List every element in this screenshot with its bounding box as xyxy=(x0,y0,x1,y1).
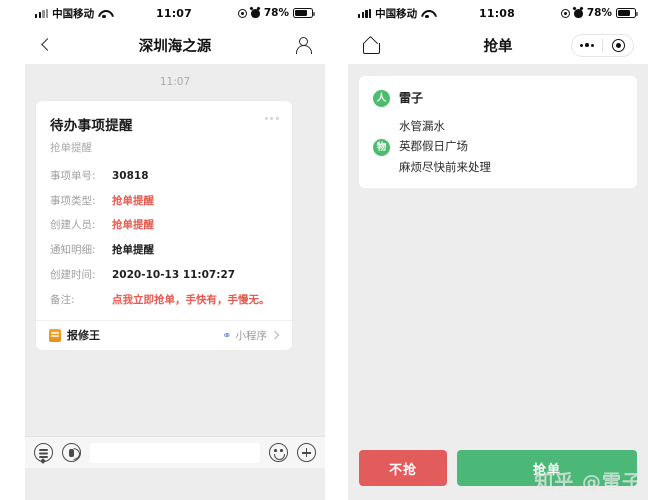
item-badge-icon: 物 xyxy=(373,138,390,156)
chat-timestamp: 11:07 xyxy=(159,76,191,88)
refuse-order-button[interactable]: 不抢 xyxy=(359,450,447,486)
right-nav-bar: 抢单 xyxy=(348,26,648,64)
carrier-label: 中国移动 xyxy=(52,7,95,20)
signal-strength-icon xyxy=(358,8,372,18)
miniprogram-tag: 小程序 xyxy=(235,329,268,342)
card-title: 待办事项提醒 xyxy=(50,118,133,134)
miniprogram-app-icon xyxy=(49,328,61,342)
order-detail-row: 物 水管漏水 英郡假日广场 麻烦尽快前来处理 xyxy=(373,119,623,174)
order-card: 人 雷子 物 水管漏水 英郡假日广场 麻烦尽快前来处理 xyxy=(359,76,637,189)
wifi-icon xyxy=(421,9,433,18)
battery-percent-label: 78% xyxy=(586,7,612,19)
table-row: 事项单号: 30818 xyxy=(50,169,278,184)
capsule-target-icon[interactable] xyxy=(603,35,633,56)
person-badge-icon: 人 xyxy=(373,90,390,107)
table-row: 创建人员: 抢单提醒 xyxy=(50,218,278,233)
row-label: 事项类型: xyxy=(50,194,96,207)
row-value: 30818 xyxy=(112,170,149,182)
miniprogram-app-name: 报修王 xyxy=(67,329,100,343)
chat-input-bar xyxy=(25,436,325,468)
table-row: 事项类型: 抢单提醒 xyxy=(50,194,278,209)
miniprogram-content: 人 雷子 物 水管漏水 英郡假日广场 麻烦尽快前来处理 不抢 抢单 知乎 @雷子 xyxy=(348,64,648,500)
left-status-bar: 中国移动 11:07 78% xyxy=(25,0,325,26)
row-label: 创建人员: xyxy=(50,219,96,232)
left-nav-bar: 深圳海之源 xyxy=(25,26,325,64)
battery-icon xyxy=(616,8,638,18)
chat-title: 深圳海之源 xyxy=(138,38,212,55)
miniprogram-mark-icon: ⚭ xyxy=(222,328,232,342)
todo-reminder-card[interactable]: 待办事项提醒 抢单提醒 事项单号: 30818 事项类型: 抢单提醒 创建人员: xyxy=(36,101,292,350)
row-value: 2020-10-13 11:07:27 xyxy=(112,268,236,281)
signal-strength-icon xyxy=(35,8,49,18)
order-person-row: 人 雷子 xyxy=(373,89,623,108)
phone-divider xyxy=(325,0,338,500)
miniprogram-capsule[interactable] xyxy=(571,33,634,57)
chevron-right-icon xyxy=(271,331,279,339)
row-label: 通知明细: xyxy=(50,244,96,257)
card-header: 待办事项提醒 抢单提醒 xyxy=(36,101,292,155)
alarm-icon xyxy=(250,8,260,18)
row-value: 点我立即抢单，手快有，手慢无。 xyxy=(112,293,270,306)
right-status-bar: 中国移动 11:08 78% xyxy=(348,0,648,26)
right-phone-miniprogram: 中国移动 11:08 78% 抢单 人 雷子 物 水管漏水 英郡假日广场 麻烦尽… xyxy=(348,0,648,500)
emoji-smile-icon[interactable] xyxy=(269,443,288,462)
location-icon xyxy=(237,8,247,18)
order-action-bar: 不抢 抢单 xyxy=(348,436,648,500)
left-phone-wechat-chat: 中国移动 11:07 78% 深圳海之源 11:07 待办事项提醒 抢单提醒 事… xyxy=(25,0,325,500)
battery-icon xyxy=(293,8,315,18)
row-value: 抢单提醒 xyxy=(112,219,154,232)
card-detail-rows: 事项单号: 30818 事项类型: 抢单提醒 创建人员: 抢单提醒 通知明细: … xyxy=(36,155,292,320)
order-detail-line: 英郡假日广场 xyxy=(399,139,468,154)
row-value: 抢单提醒 xyxy=(112,244,154,257)
table-row: 通知明细: 抢单提醒 xyxy=(50,243,278,258)
card-footer-miniprogram[interactable]: 报修王 ⚭ 小程序 xyxy=(36,319,292,350)
chat-message-area: 11:07 待办事项提醒 抢单提醒 事项单号: 30818 事项类型: 抢单提醒 xyxy=(25,64,325,468)
table-row: 备注: 点我立即抢单，手快有，手慢无。 xyxy=(50,293,278,308)
wifi-icon xyxy=(98,9,110,18)
more-dots-icon[interactable] xyxy=(264,117,279,120)
accept-order-button[interactable]: 抢单 xyxy=(457,450,637,486)
order-person-name: 雷子 xyxy=(399,91,424,105)
screenshot-stage: 中国移动 11:07 78% 深圳海之源 11:07 待办事项提醒 抢单提醒 事… xyxy=(0,0,653,500)
home-icon[interactable] xyxy=(362,37,380,54)
location-icon xyxy=(560,8,570,18)
contact-person-icon[interactable] xyxy=(294,36,312,54)
order-detail-line: 麻烦尽快前来处理 xyxy=(399,159,491,174)
row-label: 备注: xyxy=(50,293,75,306)
status-time: 11:07 xyxy=(155,6,192,20)
alarm-icon xyxy=(573,8,583,18)
table-row: 创建时间: 2020-10-13 11:07:27 xyxy=(50,268,278,283)
carrier-label: 中国移动 xyxy=(375,7,418,20)
plus-more-icon[interactable] xyxy=(297,443,316,462)
voice-input-icon[interactable] xyxy=(62,443,81,462)
row-value: 抢单提醒 xyxy=(112,194,154,207)
status-time: 11:08 xyxy=(478,6,515,20)
row-label: 事项单号: xyxy=(50,170,96,182)
row-label: 创建时间: xyxy=(50,268,96,281)
message-input[interactable] xyxy=(90,442,260,463)
battery-percent-label: 78% xyxy=(263,7,289,19)
card-subtitle: 抢单提醒 xyxy=(50,142,92,154)
more-dots-icon[interactable] xyxy=(572,35,602,56)
order-detail-line: 水管漏水 xyxy=(399,119,445,133)
chat-menu-icon[interactable] xyxy=(34,443,53,462)
back-button[interactable] xyxy=(39,39,52,52)
